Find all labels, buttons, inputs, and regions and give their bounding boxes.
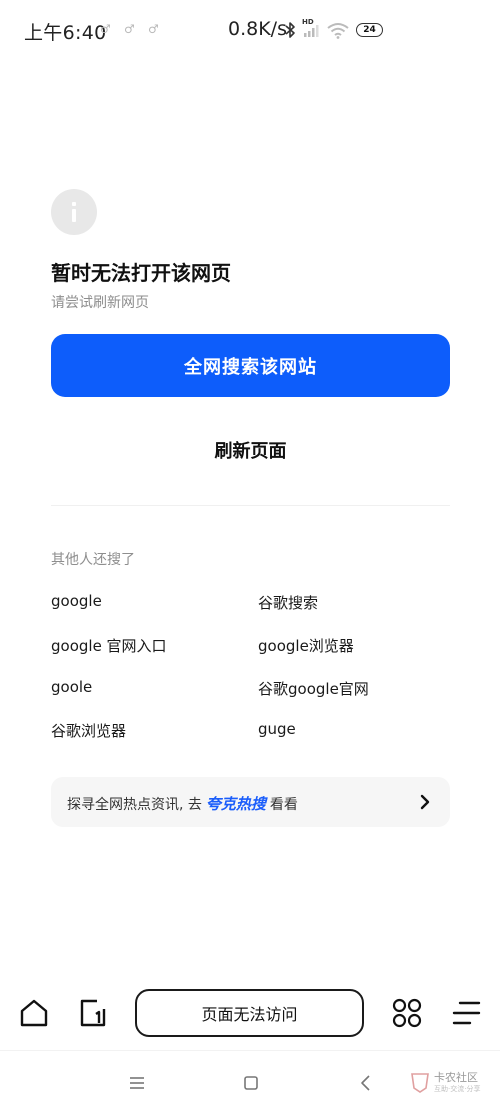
hot-search-suffix: 看看 <box>269 797 298 813</box>
chevron-right-icon <box>420 794 430 810</box>
hot-search-prefix: 探寻全网热点资讯, 去 <box>67 797 202 813</box>
notification-icon: ♂ <box>148 22 159 36</box>
network-speed: 0.8K/s <box>228 18 287 40</box>
watermark-logo: 卡农社区 互助·交流·分享 <box>410 1068 494 1098</box>
others-searched-label: 其他人还搜了 <box>51 552 135 568</box>
divider <box>51 505 450 506</box>
wifi-icon <box>327 23 349 39</box>
apps-grid-icon[interactable] <box>391 997 423 1029</box>
status-bar: 上午6:40 ♂ ♂ ♂ 0.8K/s HD 24 <box>0 0 500 60</box>
toolbar-divider <box>0 1050 500 1051</box>
home-nav-icon[interactable] <box>240 1072 262 1094</box>
notification-icon: ♂ <box>100 22 111 36</box>
notification-icon: ♂ <box>124 22 135 36</box>
suggestion-item[interactable]: google 官网入口 <box>51 635 167 656</box>
search-site-button[interactable]: 全网搜索该网站 <box>51 334 450 397</box>
system-navigation-bar: 卡农社区 互助·交流·分享 <box>0 1060 500 1105</box>
tab-switch-icon[interactable] <box>77 997 109 1029</box>
back-icon[interactable] <box>355 1072 377 1094</box>
info-icon <box>51 189 97 235</box>
refresh-button[interactable]: 刷新页面 <box>51 428 450 472</box>
address-bar[interactable]: 页面无法访问 <box>135 989 364 1037</box>
suggestion-item[interactable]: google浏览器 <box>258 635 354 656</box>
suggestion-item[interactable]: 谷歌浏览器 <box>51 720 126 741</box>
suggestion-item[interactable]: google <box>51 592 102 610</box>
hot-search-brand: 夸克热搜 <box>205 795 266 813</box>
home-icon[interactable] <box>18 997 50 1029</box>
suggestion-item[interactable]: 谷歌google官网 <box>258 678 369 699</box>
error-title: 暂时无法打开该网页 <box>51 261 231 285</box>
status-time: 上午6:40 <box>24 22 107 44</box>
battery-indicator: 24 <box>356 23 383 37</box>
menu-icon[interactable] <box>450 997 482 1029</box>
bottom-toolbar: 页面无法访问 <box>0 985 500 1041</box>
hot-search-banner[interactable]: 探寻全网热点资讯, 去夸克热搜 看看 <box>51 777 450 827</box>
bluetooth-icon <box>285 22 295 38</box>
error-subtitle: 请尝试刷新网页 <box>51 295 149 311</box>
watermark-subtext: 互助·交流·分享 <box>434 1085 481 1093</box>
suggestion-item[interactable]: 谷歌搜索 <box>258 592 318 613</box>
suggestion-item[interactable]: guge <box>258 720 296 738</box>
suggestion-item[interactable]: goole <box>51 678 92 696</box>
signal-icon: HD <box>302 18 320 39</box>
watermark-text: 卡农社区 <box>434 1071 478 1084</box>
recent-apps-icon[interactable] <box>126 1072 148 1094</box>
